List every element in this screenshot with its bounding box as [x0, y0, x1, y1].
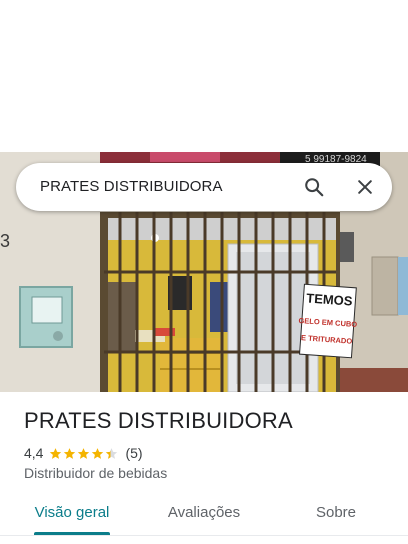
- star-icon: [50, 447, 62, 459]
- tab-about[interactable]: Sobre: [288, 496, 384, 536]
- rating-row[interactable]: 4,4 (5): [24, 443, 143, 463]
- rating-value: 4,4: [24, 445, 44, 461]
- star-icon: [78, 447, 90, 459]
- house-number: 3: [0, 231, 10, 251]
- place-category: Distribuidor de bebidas: [24, 465, 168, 481]
- tab-reviews[interactable]: Avaliações: [156, 496, 252, 536]
- place-name: PRATES DISTRIBUIDORA: [24, 408, 293, 433]
- star-icon: [92, 447, 104, 459]
- star-rating: [49, 447, 119, 460]
- review-count[interactable]: (5): [125, 445, 142, 461]
- search-bar[interactable]: PRATES DISTRIBUIDORA: [16, 163, 392, 211]
- place-tabs: Visão geral Avaliações Sobre: [0, 496, 408, 544]
- star-icon: [64, 447, 76, 459]
- blank-map-area: [0, 0, 408, 152]
- half-star-icon: [106, 447, 118, 459]
- search-input[interactable]: PRATES DISTRIBUIDORA: [40, 163, 223, 211]
- tab-overview[interactable]: Visão geral: [24, 496, 120, 536]
- close-icon[interactable]: [353, 175, 377, 199]
- search-icon[interactable]: [302, 175, 326, 199]
- tabs-divider: [0, 535, 408, 536]
